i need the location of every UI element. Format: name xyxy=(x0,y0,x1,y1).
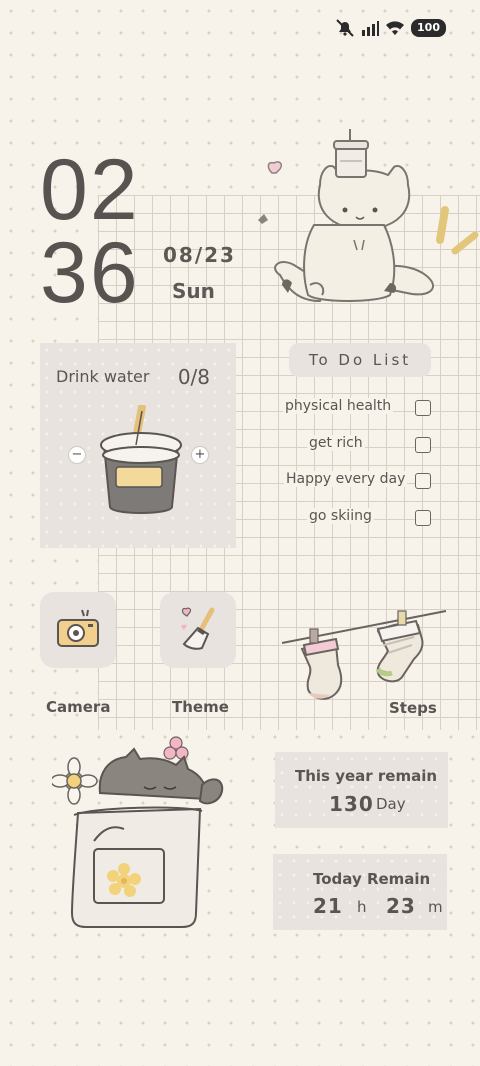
steps-app-label[interactable]: Steps xyxy=(389,699,437,717)
year-remain-title: This year remain xyxy=(295,767,438,785)
today-remain-minutes: 23 xyxy=(386,894,416,918)
todo-checkbox[interactable] xyxy=(415,510,431,526)
water-decrease-button[interactable]: − xyxy=(68,446,86,464)
theme-app-icon[interactable] xyxy=(160,592,236,668)
drink-water-widget[interactable]: Drink water 0/8 − + xyxy=(40,343,236,548)
todo-item-label: go skiing xyxy=(307,508,374,524)
todo-checkbox[interactable] xyxy=(415,400,431,416)
todo-checkbox[interactable] xyxy=(415,437,431,453)
theme-app-label[interactable]: Theme xyxy=(172,698,229,716)
todo-item-label: physical health xyxy=(283,398,394,414)
bubble-tea-cup-icon xyxy=(100,405,182,514)
today-remain-hours-unit: h xyxy=(357,898,367,916)
year-remain-widget[interactable]: This year remain 130 Day xyxy=(275,752,448,828)
date-label: 08/23 xyxy=(163,243,236,267)
year-remain-unit: Day xyxy=(376,795,406,813)
status-bar: 100 xyxy=(335,16,446,40)
camera-app-icon[interactable] xyxy=(40,592,116,668)
drink-water-label: Drink water xyxy=(56,367,150,386)
paintbrush-icon xyxy=(181,607,215,650)
today-remain-widget[interactable]: Today Remain 21 h 23 m xyxy=(273,854,447,930)
today-remain-title: Today Remain xyxy=(313,870,431,888)
signal-icon xyxy=(362,21,380,36)
cat-in-bag-illustration xyxy=(52,736,224,928)
clock-minute[interactable]: 36 xyxy=(40,230,140,316)
todo-list-title: To Do List xyxy=(289,343,431,377)
drink-water-count: 0/8 xyxy=(177,365,210,389)
weekday-label: Sun xyxy=(172,279,215,303)
todo-checkbox[interactable] xyxy=(415,473,431,489)
camera-app-label[interactable]: Camera xyxy=(46,698,110,716)
battery-indicator: 100 xyxy=(411,19,446,37)
mute-icon xyxy=(336,19,354,37)
todo-item-label: Happy every day xyxy=(284,471,408,487)
todo-item-label: get rich xyxy=(307,435,365,451)
cat-with-drink-illustration xyxy=(258,129,479,303)
today-remain-minutes-unit: m xyxy=(428,898,443,916)
water-increase-button[interactable]: + xyxy=(191,446,209,464)
clock-hour[interactable]: 02 xyxy=(40,147,140,233)
camera-icon xyxy=(57,609,99,647)
wifi-icon xyxy=(386,21,405,35)
year-remain-value: 130 xyxy=(329,792,374,816)
today-remain-hours: 21 xyxy=(313,894,343,918)
